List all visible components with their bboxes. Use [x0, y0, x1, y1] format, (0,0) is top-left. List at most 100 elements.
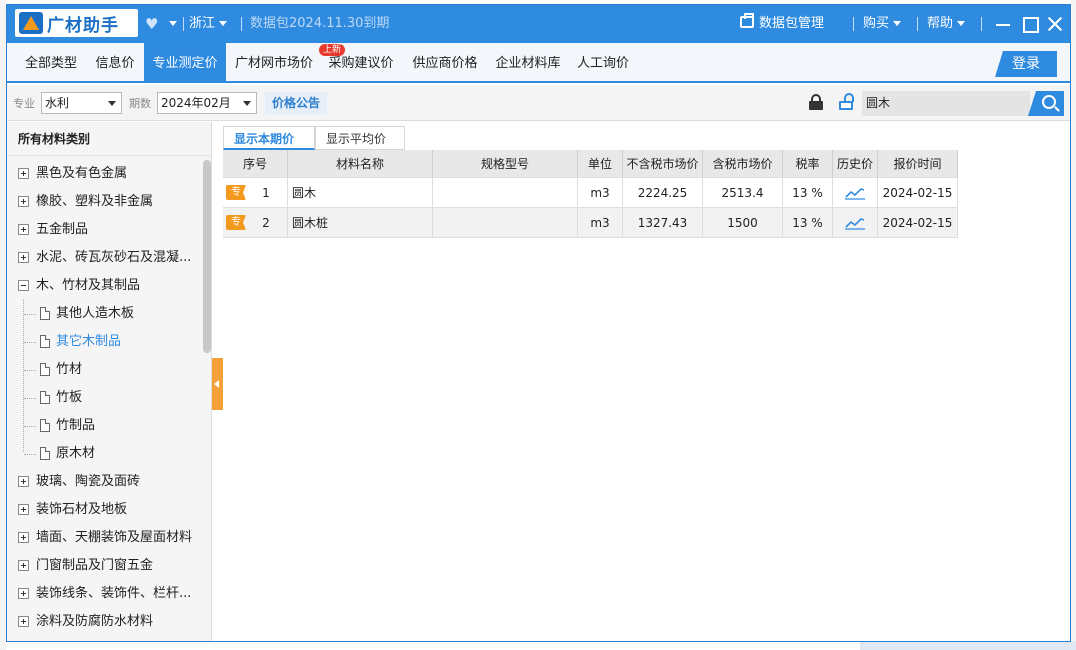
tab-info-price[interactable]: 信息价	[87, 43, 143, 81]
expand-plus-icon[interactable]	[18, 588, 29, 599]
chevron-down-icon	[219, 21, 228, 26]
buy-menu[interactable]: 购买	[863, 5, 902, 43]
expand-plus-icon[interactable]	[18, 252, 29, 263]
history-price-button[interactable]	[833, 178, 878, 208]
help-menu[interactable]: 帮助	[927, 5, 966, 43]
sidebar-item-label: 门窗制品及门窗五金	[36, 558, 154, 573]
tab-all-types[interactable]: 全部类型	[15, 43, 87, 81]
expand-plus-icon[interactable]	[18, 616, 29, 627]
favorite-dropdown-caret[interactable]	[165, 5, 177, 43]
package-manage-button[interactable]: 数据包管理	[740, 5, 824, 43]
cell-price-ex: 1327.43	[623, 208, 703, 238]
tab-average-price[interactable]: 显示平均价	[315, 126, 405, 150]
tab-professional-price[interactable]: 专业测定价	[144, 43, 226, 81]
profession-select[interactable]: 水利	[41, 92, 122, 114]
expand-plus-icon[interactable]	[18, 560, 29, 571]
minimize-button[interactable]	[993, 14, 1013, 34]
collapse-sidebar-handle[interactable]	[212, 358, 223, 410]
sidebar-item[interactable]: 门窗制品及门窗五金	[7, 552, 203, 580]
region-select[interactable]: 浙江	[189, 5, 228, 43]
sidebar-item[interactable]: 装饰线条、装饰件、栏杆...	[7, 580, 203, 608]
filter-bar: 专业 水利 期数 2024年02月 价格公告 圆木	[7, 85, 1070, 121]
col-header-history[interactable]: 历史价	[833, 150, 878, 178]
expand-plus-icon[interactable]	[18, 168, 29, 179]
sidebar-item-label: 其他人造木板	[56, 306, 135, 321]
sidebar-item[interactable]: 木、竹材及其制品	[7, 272, 203, 300]
col-header-no[interactable]: 序号	[223, 150, 288, 178]
search-button[interactable]	[1028, 91, 1064, 116]
col-header-tax[interactable]: 税率	[783, 150, 833, 178]
col-header-price-in-tax[interactable]: 含税市场价	[703, 150, 783, 178]
expand-plus-icon[interactable]	[18, 196, 29, 207]
tab-supplier-price[interactable]: 供应商价格	[403, 43, 487, 81]
login-button[interactable]: 登录	[995, 51, 1057, 77]
sidebar-item-label: 竹材	[56, 362, 83, 377]
sidebar-item[interactable]: 其它木制品	[7, 328, 203, 356]
col-header-price-ex-tax[interactable]: 不含税市场价	[623, 150, 703, 178]
desktop-background-right	[1071, 0, 1076, 650]
row-number: 1	[262, 185, 270, 200]
cell-spec	[433, 178, 578, 208]
tab-market-price[interactable]: 广材网市场价	[227, 43, 321, 81]
sidebar-item[interactable]: 原木材	[7, 440, 203, 468]
sidebar-item[interactable]: 装饰石材及地板	[7, 496, 203, 524]
row-number: 2	[262, 215, 270, 230]
sidebar-item[interactable]: 竹材	[7, 356, 203, 384]
chevron-down-icon	[243, 101, 251, 106]
sidebar-item[interactable]: 涂料及防腐防水材料	[7, 608, 203, 636]
logo-mark-icon	[19, 12, 43, 34]
period-select[interactable]: 2024年02月	[157, 92, 257, 114]
unlock-icon[interactable]	[839, 93, 854, 110]
sidebar-item[interactable]: 黑色及有色金属	[7, 160, 203, 188]
col-header-unit[interactable]: 单位	[578, 150, 623, 178]
sidebar-item[interactable]: 竹板	[7, 384, 203, 412]
tab-enterprise-library[interactable]: 企业材料库	[487, 43, 569, 81]
briefcase-icon	[740, 13, 754, 28]
sidebar-item-label: 墙面、天棚装饰及屋面材料	[36, 530, 193, 545]
app-window: 广材助手 ♥ 浙江 数据包2024.11.30到期 数据包管理 购买 帮助 全部…	[6, 4, 1071, 642]
sidebar-item-label: 装饰石材及地板	[36, 502, 128, 517]
sidebar-item[interactable]: 橡胶、塑料及非金属	[7, 188, 203, 216]
collapse-minus-icon[interactable]	[18, 280, 29, 291]
file-icon	[40, 447, 50, 460]
tree-connector	[24, 426, 36, 427]
expand-plus-icon[interactable]	[18, 504, 29, 515]
col-header-date[interactable]: 报价时间	[878, 150, 958, 178]
sidebar-item-label: 竹制品	[56, 418, 96, 433]
history-price-button[interactable]	[833, 208, 878, 238]
sidebar-item[interactable]: 其他人造木板	[7, 300, 203, 328]
sidebar-item[interactable]: 水泥、砖瓦灰砂石及混凝...	[7, 244, 203, 272]
results-panel: 显示本期价格 显示平均价 序号 材料名称 规格型号 单位 不含税市场价 含税市场…	[223, 122, 1070, 641]
tab-manual-inquiry[interactable]: 人工询价	[569, 43, 637, 81]
new-badge: 上新	[319, 44, 346, 56]
sidebar-item-label: 其它木制品	[56, 334, 122, 349]
col-header-name[interactable]: 材料名称	[288, 150, 433, 178]
sidebar-item[interactable]: 五金制品	[7, 216, 203, 244]
sidebar-item-label: 装饰线条、装饰件、栏杆...	[36, 586, 192, 601]
sidebar-item-label: 原木材	[56, 446, 96, 461]
sidebar-item[interactable]: 玻璃、陶瓷及面砖	[7, 468, 203, 496]
sidebar-item[interactable]: 竹制品	[7, 412, 203, 440]
lock-icon[interactable]	[809, 94, 823, 110]
sidebar-item[interactable]: 墙面、天棚装饰及屋面材料	[7, 524, 203, 552]
expand-plus-icon[interactable]	[18, 224, 29, 235]
period-value: 2024年02月	[161, 96, 231, 110]
col-header-spec[interactable]: 规格型号	[433, 150, 578, 178]
cell-spec	[433, 208, 578, 238]
region-label: 浙江	[189, 16, 216, 31]
close-button[interactable]	[1045, 14, 1065, 34]
expand-plus-icon[interactable]	[18, 476, 29, 487]
sidebar-item[interactable]: 油品、化工原料及胶粘材料	[7, 636, 203, 641]
search-input[interactable]: 圆木	[862, 91, 1030, 116]
tab-current-price[interactable]: 显示本期价格	[223, 126, 315, 170]
tree-connector	[24, 314, 36, 315]
favorite-icon[interactable]: ♥	[145, 16, 161, 32]
cell-name: 圆木桩	[288, 208, 433, 238]
sidebar-header: 所有材料类别	[7, 122, 211, 156]
file-icon	[40, 307, 50, 320]
expand-plus-icon[interactable]	[18, 532, 29, 543]
sidebar-scrollbar[interactable]	[203, 160, 211, 353]
maximize-button[interactable]	[1020, 14, 1040, 34]
help-label: 帮助	[927, 16, 954, 31]
price-notice-button[interactable]: 价格公告	[265, 92, 328, 114]
